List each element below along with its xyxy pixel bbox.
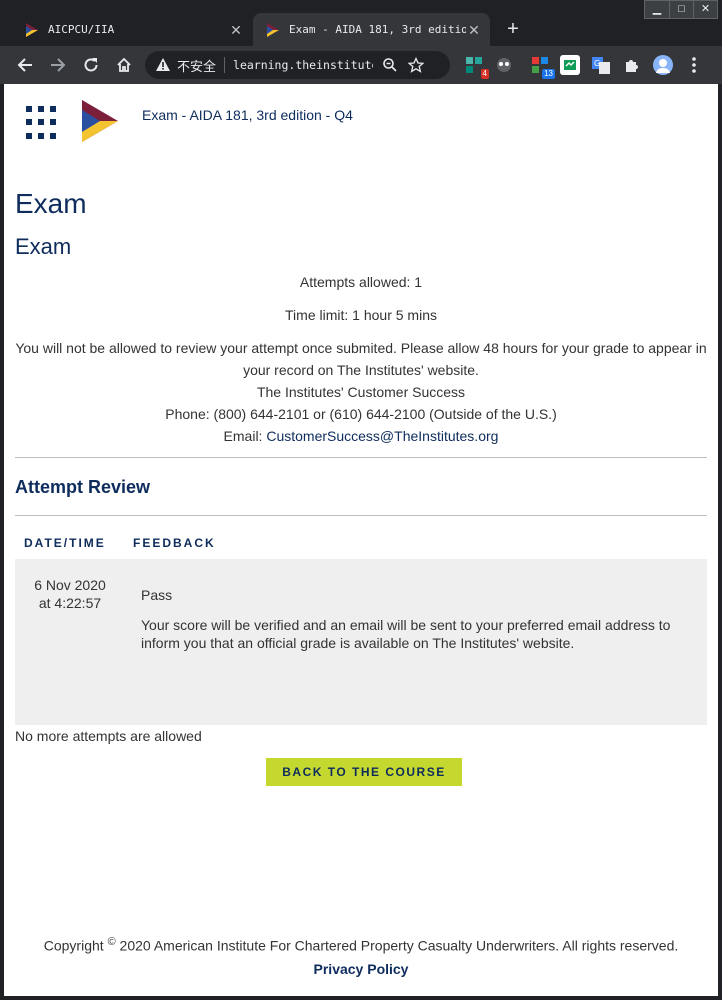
extension-icon[interactable]: 4 <box>464 55 489 79</box>
close-window-icon[interactable]: ✕ <box>693 1 717 18</box>
zoom-icon[interactable] <box>381 56 399 74</box>
translate-icon[interactable]: G <box>591 55 611 75</box>
page-title: Exam <box>15 188 87 219</box>
contact-email-line: Email: CustomerSuccess@TheInstitutes.org <box>15 425 707 447</box>
institutes-favicon-icon <box>267 22 279 37</box>
contact-phone: Phone: (800) 644-2101 or (610) 644-2100 … <box>165 406 557 422</box>
attempt-feedback-message: Your score will be verified and an email… <box>141 617 671 651</box>
svg-text:G: G <box>594 59 600 68</box>
bookmark-star-icon[interactable] <box>407 56 425 74</box>
divider <box>224 57 226 73</box>
new-tab-plus-icon[interactable]: + <box>502 18 524 40</box>
contact-org: The Institutes' Customer Success <box>256 384 466 400</box>
privacy-policy-link[interactable]: Privacy Policy <box>4 961 718 977</box>
browser-tab-strip: AICPCU/IIA ✕ Exam - AIDA 181, 3rd editio… <box>0 0 722 46</box>
forward-arrow-icon[interactable] <box>43 50 73 80</box>
copyright-prefix: Copyright <box>43 937 104 954</box>
url-text[interactable]: learning.theinstitutes.org/mod/quiz/view… <box>233 58 373 72</box>
extension-icon[interactable]: 13 <box>530 55 555 79</box>
tab-title: AICPCU/IIA <box>48 23 115 36</box>
maximize-icon[interactable]: □ <box>669 1 693 18</box>
profile-avatar-icon[interactable] <box>653 55 673 75</box>
minimize-icon[interactable]: ▁ <box>645 1 669 18</box>
tab-aicpcu[interactable]: AICPCU/IIA ✕ <box>12 13 252 46</box>
tab-exam[interactable]: Exam - AIDA 181, 3rd edition - Q4 ✕ <box>253 13 490 46</box>
window-controls: ▁ □ ✕ <box>644 0 718 19</box>
attempt-time: at 4:22:57 <box>38 595 102 611</box>
attempt-datetime: 6 Nov 2020 at 4:22:57 <box>15 576 125 612</box>
institutes-favicon-icon <box>26 22 38 37</box>
extension-badge: 4 <box>480 69 489 79</box>
browser-toolbar: 不安全 learning.theinstitutes.org/mod/quiz/… <box>0 46 722 84</box>
attempts-allowed: Attempts allowed: 1 <box>299 274 423 290</box>
extension-icon[interactable] <box>494 55 514 75</box>
tab-close-icon[interactable]: ✕ <box>228 22 244 38</box>
site-header: Exam - AIDA 181, 3rd edition - Q4 <box>4 84 718 154</box>
no-more-attempts-text: No more attempts are allowed <box>15 728 202 744</box>
security-label: 不安全 <box>177 59 217 75</box>
quiz-name: Exam <box>15 234 72 259</box>
puzzle-icon[interactable] <box>622 55 642 75</box>
home-icon[interactable] <box>109 50 139 80</box>
extension-icon[interactable] <box>560 55 580 75</box>
apps-grid-icon[interactable] <box>26 106 60 140</box>
tab-close-icon[interactable]: ✕ <box>466 22 482 38</box>
course-title[interactable]: Exam - AIDA 181, 3rd edition - Q4 <box>142 107 353 123</box>
column-header-date: DATE/TIME <box>24 536 106 550</box>
extension-badge: 13 <box>542 69 555 79</box>
contact-email-label: Email: <box>223 428 267 444</box>
reload-icon[interactable] <box>76 50 106 80</box>
column-header-feedback: FEEDBACK <box>133 536 216 550</box>
table-row: 6 Nov 2020 at 4:22:57 Pass Your score wi… <box>15 559 707 725</box>
attempt-date: 6 Nov 2020 <box>34 577 106 593</box>
back-to-course-button[interactable]: BACK TO THE COURSE <box>266 758 462 786</box>
copyright-symbol: © <box>107 936 116 948</box>
kebab-menu-icon[interactable] <box>688 55 700 75</box>
address-bar[interactable]: 不安全 learning.theinstitutes.org/mod/quiz/… <box>145 51 450 79</box>
tab-title: Exam - AIDA 181, 3rd edition - Q4 <box>289 23 466 36</box>
divider <box>15 515 707 516</box>
contact-email-link[interactable]: CustomerSuccess@TheInstitutes.org <box>266 428 498 444</box>
copyright-text: Copyright © 2020 American Institute For … <box>4 936 718 954</box>
back-arrow-icon[interactable] <box>10 50 40 80</box>
attempt-result: Pass <box>141 587 173 603</box>
copyright-body: 2020 American Institute For Chartered Pr… <box>115 937 679 954</box>
attempt-review-heading: Attempt Review <box>15 477 151 497</box>
page-viewport: Exam - AIDA 181, 3rd edition - Q4 Exam E… <box>4 84 718 996</box>
institutes-logo[interactable] <box>80 100 118 142</box>
warning-icon <box>156 58 170 71</box>
time-limit: Time limit: 1 hour 5 mins <box>285 307 437 323</box>
review-notice: You will not be allowed to review your a… <box>15 340 707 378</box>
divider <box>15 457 707 458</box>
